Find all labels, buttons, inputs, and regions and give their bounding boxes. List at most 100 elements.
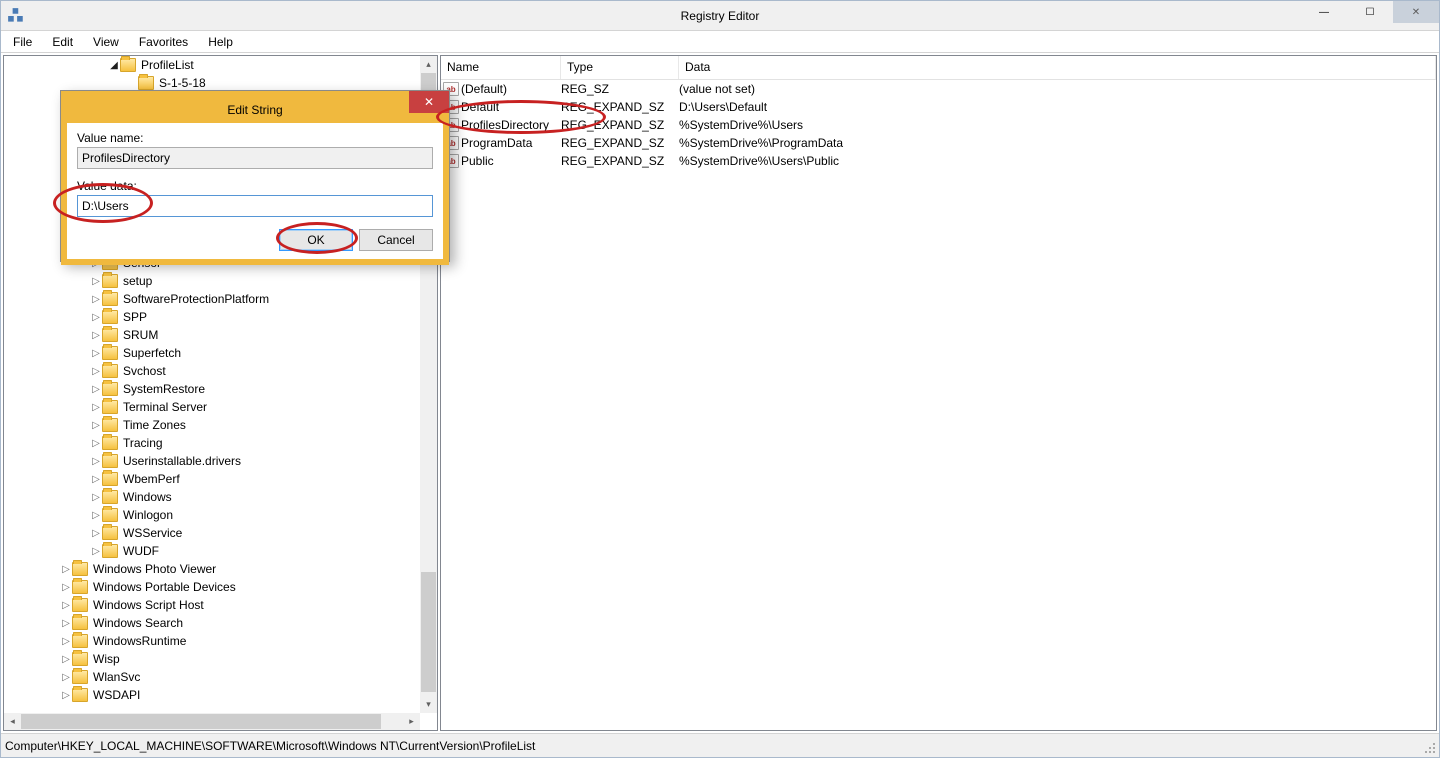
expand-icon[interactable]: ▷ [60,618,72,629]
cancel-button[interactable]: Cancel [359,229,433,251]
tree-item[interactable]: ▷Windows Search [4,614,420,632]
tree-item[interactable]: ▷ WlanSvc [4,668,420,686]
expand-icon[interactable]: ▷ [90,528,102,539]
value-name-field[interactable] [77,147,433,169]
expand-icon[interactable]: ▷ [90,366,102,377]
value-name-label: Value name: [77,131,433,145]
value-name: Default [461,100,561,114]
expand-icon[interactable]: ◢ [108,60,120,71]
tree-item[interactable]: ▷Time Zones [4,416,420,434]
scroll-down-icon[interactable]: ▾ [420,696,437,713]
tree-item[interactable]: ▷Wisp [4,650,420,668]
col-header-name[interactable]: Name [441,56,561,79]
tree-item[interactable]: ▷ Userinstallable.drivers [4,452,420,470]
scroll-up-icon[interactable]: ▴ [420,56,437,73]
value-row[interactable]: abPublicREG_EXPAND_SZ%SystemDrive%\Users… [441,152,1436,170]
close-button[interactable]: ✕ [1393,1,1439,23]
tree-item[interactable]: ▷setup [4,272,420,290]
tree-label: WindowsRuntime [91,634,188,648]
tree-item[interactable]: ▷SystemRestore [4,380,420,398]
expand-icon[interactable]: ▷ [90,312,102,323]
tree-item[interactable]: ▷WSDAPI [4,686,420,704]
minimize-button[interactable]: — [1301,1,1347,23]
value-row[interactable]: abDefaultREG_EXPAND_SZD:\Users\Default [441,98,1436,116]
values-header: Name Type Data [441,56,1436,80]
expand-icon[interactable]: ▷ [90,294,102,305]
value-type: REG_EXPAND_SZ [561,136,679,150]
tree-item[interactable]: ▷Superfetch [4,344,420,362]
value-type: REG_EXPAND_SZ [561,118,679,132]
expand-icon[interactable]: ▷ [90,474,102,485]
folder-icon [102,418,118,432]
tree-item[interactable]: ▷SPP [4,308,420,326]
value-name: Public [461,154,561,168]
folder-icon [102,274,118,288]
expand-icon[interactable]: ▷ [90,348,102,359]
expand-icon[interactable]: ▷ [60,636,72,647]
expand-icon[interactable]: ▷ [90,420,102,431]
expand-icon[interactable]: ▷ [90,402,102,413]
dialog-titlebar[interactable]: Edit String ✕ [67,97,443,123]
tree-item[interactable]: ▷ Windows [4,488,420,506]
expand-icon[interactable]: ▷ [90,510,102,521]
menu-favorites[interactable]: Favorites [129,33,198,51]
expand-icon[interactable]: ▷ [60,690,72,701]
tree-item[interactable]: ▷Svchost [4,362,420,380]
expand-icon[interactable]: ▷ [90,384,102,395]
tree-item[interactable]: ▷Terminal Server [4,398,420,416]
horizontal-scroll-thumb[interactable] [21,714,381,729]
tree-item[interactable]: ▷Winlogon [4,506,420,524]
ok-button[interactable]: OK [279,229,353,251]
menu-help[interactable]: Help [198,33,243,51]
dialog-close-button[interactable]: ✕ [409,91,449,113]
tree-item[interactable]: ▷ Windows Portable Devices [4,578,420,596]
scroll-left-icon[interactable]: ◂ [4,713,21,730]
dialog-body: Value name: Value data: OK Cancel [67,123,443,259]
menu-edit[interactable]: Edit [42,33,83,51]
tree-item-profilelist[interactable]: ◢ ProfileList [4,56,420,74]
menu-view[interactable]: View [83,33,129,51]
tree-item[interactable]: ▷ Windows Photo Viewer [4,560,420,578]
horizontal-scrollbar[interactable]: ◂ ▸ [4,713,420,730]
tree-item[interactable]: ▷SoftwareProtectionPlatform [4,290,420,308]
tree-item[interactable]: ▷WSService [4,524,420,542]
expand-icon[interactable]: ▷ [60,564,72,575]
tree-item[interactable]: ▷ Windows Script Host [4,596,420,614]
expand-icon[interactable]: ▷ [60,654,72,665]
expand-icon[interactable]: ▷ [60,582,72,593]
value-data-field[interactable] [77,195,433,217]
expand-icon[interactable]: ▷ [90,492,102,503]
menu-file[interactable]: File [3,33,42,51]
tree-item[interactable]: ▷ WindowsRuntime [4,632,420,650]
tree-item[interactable]: ▷WbemPerf [4,470,420,488]
expand-icon[interactable]: ▷ [90,456,102,467]
value-name: (Default) [461,82,561,96]
col-header-data[interactable]: Data [679,56,1436,79]
folder-icon [102,526,118,540]
tree-label: Windows [121,490,174,504]
value-data: %SystemDrive%\Users\Public [679,154,1436,168]
tree-item[interactable]: ▷SRUM [4,326,420,344]
expand-icon[interactable]: ▷ [60,600,72,611]
tree-item[interactable]: ▷Tracing [4,434,420,452]
expand-icon[interactable]: ▷ [90,438,102,449]
expand-icon[interactable]: ▷ [90,546,102,557]
tree-label: Windows Script Host [91,598,206,612]
tree-label: Userinstallable.drivers [121,454,243,468]
col-header-type[interactable]: Type [561,56,679,79]
expand-icon[interactable]: ▷ [60,672,72,683]
tree-item[interactable]: ▷WUDF [4,542,420,560]
vertical-scroll-thumb-hover[interactable] [421,572,436,692]
tree-label: Windows Portable Devices [91,580,238,594]
scroll-right-icon[interactable]: ▸ [403,713,420,730]
value-row[interactable]: ab(Default)REG_SZ(value not set) [441,80,1436,98]
resize-grip-icon[interactable] [1423,741,1437,755]
tree-label: WlanSvc [91,670,142,684]
expand-icon[interactable]: ▷ [90,276,102,287]
tree-label: Windows Photo Viewer [91,562,218,576]
value-data: %SystemDrive%\ProgramData [679,136,1436,150]
expand-icon[interactable]: ▷ [90,330,102,341]
maximize-button[interactable]: ☐ [1347,1,1393,23]
value-row[interactable]: abProgramDataREG_EXPAND_SZ%SystemDrive%\… [441,134,1436,152]
value-row[interactable]: abProfilesDirectoryREG_EXPAND_SZ%SystemD… [441,116,1436,134]
